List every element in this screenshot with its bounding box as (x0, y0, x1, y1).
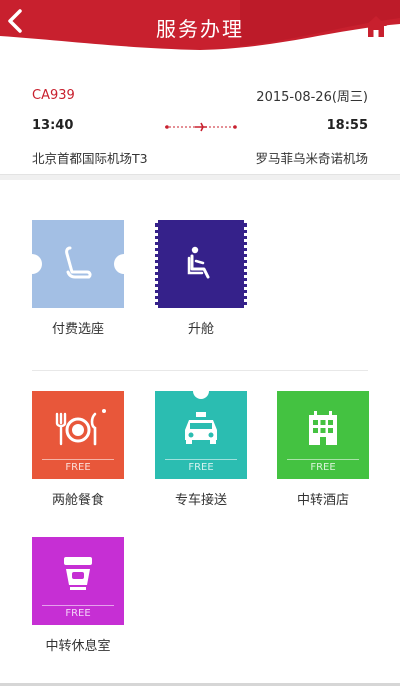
service-label: 中转休息室 (45, 639, 111, 654)
airport-row: 北京首都国际机场T3 罗马菲乌米奇诺机场 (32, 148, 368, 167)
service-hotel[interactable]: FREE 中转酒店 (277, 391, 369, 508)
transfer-tile: FREE (155, 391, 247, 479)
arrive-airport: 罗马菲乌米奇诺机场 (255, 151, 368, 166)
lounge-tile: FREE (32, 537, 124, 625)
service-lounge[interactable]: FREE 中转休息室 (32, 537, 124, 654)
service-label: 付费选座 (51, 322, 104, 337)
lounge-icon (64, 557, 92, 590)
dining-tile: FREE (32, 391, 124, 479)
service-dining[interactable]: FREE 两舱餐食 (32, 391, 124, 508)
free-badge: FREE (287, 459, 359, 473)
depart-time: 13:40 (32, 118, 74, 133)
flight-info-card: CA939 2015-08-26(周三) 13:40 18:55 北京首都国际机… (0, 52, 400, 174)
free-badge: FREE (165, 459, 237, 473)
section-separator (0, 174, 400, 180)
service-paid-seat[interactable]: 付费选座 (32, 220, 124, 337)
service-label: 两舱餐食 (51, 493, 104, 508)
taxi-icon (185, 412, 217, 444)
app-header: 服务办理 (0, 0, 400, 52)
upgrade-tile (155, 220, 247, 308)
dining-icon (55, 409, 106, 446)
home-button[interactable] (362, 12, 390, 40)
route-plane-icon (165, 122, 237, 132)
depart-airport: 北京首都国际机场T3 (32, 151, 148, 166)
flight-number-row: CA939 2015-08-26(周三) (32, 86, 368, 105)
service-label: 专车接送 (174, 493, 227, 508)
upgrade-seat-icon (187, 246, 210, 279)
free-badge: FREE (42, 459, 114, 473)
hotel-tile: FREE (277, 391, 369, 479)
flight-date: 2015-08-26(周三) (256, 90, 368, 105)
arrive-time: 18:55 (326, 118, 368, 133)
seat-icon (65, 246, 92, 279)
service-label: 升舱 (187, 322, 214, 337)
paid-seat-tile (32, 220, 124, 308)
hotel-icon (309, 411, 337, 445)
service-label: 中转酒店 (296, 493, 349, 508)
home-icon (365, 16, 387, 37)
flight-number: CA939 (32, 88, 75, 103)
page-title: 服务办理 (156, 17, 244, 41)
service-transfer[interactable]: FREE 专车接送 (155, 391, 247, 508)
service-upgrade[interactable]: 升舱 (155, 220, 247, 337)
free-badge: FREE (42, 605, 114, 619)
divider (32, 370, 368, 371)
